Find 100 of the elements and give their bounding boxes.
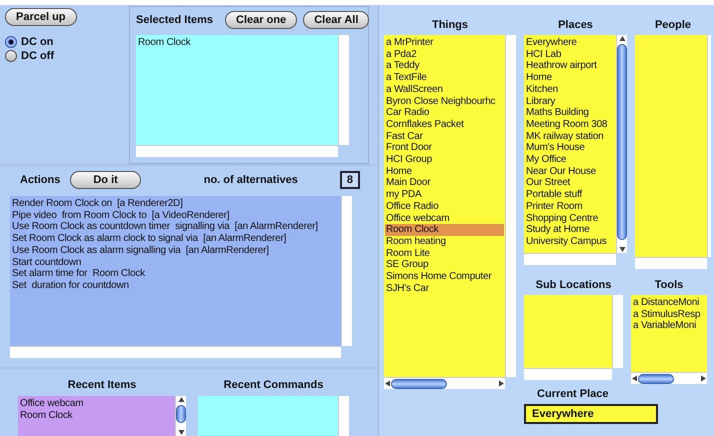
clear-button[interactable]: Clear one [225, 11, 298, 29]
list-item[interactable]: a Teddy [385, 60, 504, 72]
scrollbar[interactable] [524, 368, 612, 380]
list-item[interactable]: Home [525, 72, 615, 84]
list-item[interactable]: Set alarm time for Room Clock [11, 268, 340, 280]
list-item[interactable]: Office webcam [19, 398, 174, 410]
scroll-thumb[interactable] [638, 374, 674, 384]
list-item[interactable]: my PDA [385, 189, 504, 201]
left-arrow-icon[interactable] [631, 375, 638, 382]
list-item[interactable]: a DistanceMoni [632, 297, 706, 309]
radio-label: DC off [21, 50, 54, 62]
list-item[interactable]: Maths Building [525, 107, 615, 119]
radio-button[interactable] [5, 36, 17, 48]
list-item[interactable]: Room heating [385, 236, 504, 248]
list-item[interactable]: Use Room Clock as countdown timer signalling via [an AlarmRenderer] [11, 221, 340, 234]
list-box[interactable]: Office webcam Room Clock [18, 396, 175, 436]
list-item[interactable]: Front Door [385, 142, 504, 154]
do-it-button[interactable]: Do it [70, 171, 141, 189]
list-item[interactable]: SE Group [385, 259, 504, 272]
list-item[interactable]: Fast Car [385, 130, 504, 142]
scrollbar[interactable] [524, 253, 616, 265]
list-item[interactable]: Meeting Room 308 [525, 118, 615, 131]
list-box[interactable]: a DistanceMoni a StimulusResp a VariableMoni [631, 295, 707, 372]
scrollbar[interactable] [384, 377, 505, 389]
list-item[interactable]: Near Our House [525, 166, 615, 178]
list-item[interactable]: Room Lite [385, 248, 504, 260]
list-item[interactable]: Main Door [385, 177, 504, 190]
scrollbar[interactable] [635, 257, 707, 269]
section-title: People [654, 19, 692, 31]
up-arrow-icon[interactable] [618, 35, 626, 42]
list-box[interactable] [524, 35, 616, 253]
list-item[interactable]: Home [385, 166, 504, 178]
scrollbar[interactable] [136, 145, 338, 157]
list-item[interactable]: Office Radio [385, 200, 504, 213]
list-item[interactable]: a MrPrinter [385, 37, 504, 49]
list-item[interactable]: Set duration for countdown [11, 280, 340, 292]
list-item[interactable]: Render Room Clock on [a Renderer2D] [11, 198, 340, 210]
clear-button[interactable]: Clear All [303, 11, 370, 29]
list-item[interactable]: Kitchen [525, 84, 615, 96]
section-title: Recent Commands [224, 379, 324, 391]
list-box[interactable] [384, 35, 505, 377]
list-box[interactable] [10, 196, 341, 346]
scrollbar[interactable] [505, 35, 516, 377]
scroll-thumb[interactable] [391, 378, 447, 388]
list-item[interactable]: Mum's House [525, 142, 615, 154]
scroll-thumb[interactable] [617, 44, 627, 240]
list-item[interactable]: Printer Room [525, 200, 615, 213]
list-box[interactable]: Room Clock [136, 35, 338, 145]
list-item[interactable]: Room Clock [385, 224, 504, 236]
list-item[interactable]: My Office [525, 154, 615, 166]
section-title: Actions [20, 174, 60, 186]
list-item[interactable]: Room Clock [137, 37, 337, 49]
list-item[interactable]: Heathrow airport [525, 60, 615, 72]
list-item[interactable]: Room Clock [19, 410, 174, 422]
parcel-up-button[interactable]: Parcel up [5, 8, 77, 26]
down-arrow-icon[interactable] [178, 429, 184, 436]
scroll-thumb[interactable] [176, 405, 186, 423]
up-arrow-icon[interactable] [178, 396, 184, 403]
list-item[interactable]: University Campus [525, 236, 615, 248]
scrollbar[interactable] [175, 396, 186, 436]
radio-button[interactable] [5, 50, 17, 62]
list-item[interactable]: Use Room Clock as alarm signalling via [an AlarmRenderer] [11, 244, 340, 257]
list-item[interactable]: Simons Home Computer [385, 271, 504, 283]
down-arrow-icon[interactable] [618, 246, 626, 253]
list-item[interactable]: Car Radio [385, 107, 504, 119]
list-item[interactable]: a StimulusResp [632, 308, 706, 320]
scrollbar[interactable] [631, 372, 707, 384]
list-item[interactable]: SJH's Car [385, 282, 504, 294]
scrollbar[interactable] [10, 346, 341, 358]
list-item[interactable]: Pipe video from Room Clock to [a VideoRenderer] [11, 210, 340, 222]
right-arrow-icon[interactable] [498, 380, 505, 387]
list-item[interactable]: HCI Group [385, 154, 504, 166]
current-place-field[interactable]: Everywhere [524, 404, 658, 424]
right-arrow-icon[interactable] [700, 375, 707, 382]
scrollbar[interactable] [707, 35, 711, 257]
list-item[interactable]: HCI Lab [525, 48, 615, 60]
list-item[interactable]: Cornflakes Packet [385, 118, 504, 131]
list-item[interactable]: MK railway station [525, 130, 615, 142]
list-item[interactable]: Shopping Centre [525, 212, 615, 224]
current-place-label: Current Place [537, 388, 609, 400]
left-arrow-icon[interactable] [384, 380, 391, 387]
scrollbar[interactable] [616, 35, 627, 253]
list-item[interactable]: Study at Home [525, 224, 615, 236]
list-item[interactable]: Byron Close Neighbourhc [385, 96, 504, 108]
list-item[interactable]: Start countdown [11, 256, 340, 268]
alternatives-label: no. of alternatives [204, 174, 298, 186]
list-item[interactable]: Library [525, 96, 615, 108]
list-item[interactable]: a VariableMoni [632, 320, 706, 332]
scrollbar[interactable] [612, 295, 623, 368]
scrollbar[interactable] [338, 396, 349, 436]
scrollbar[interactable] [338, 35, 349, 145]
list-item[interactable]: a TextFile [385, 72, 504, 84]
list-item[interactable]: a WallScreen [385, 84, 504, 96]
list-item[interactable]: a Pda2 [385, 48, 504, 60]
list-item[interactable]: Office webcam [385, 212, 504, 224]
scrollbar[interactable] [341, 196, 352, 346]
list-item[interactable]: Everywhere [525, 37, 615, 49]
list-item[interactable]: Set Room Clock as alarm clock to signal via [an AlarmRenderer] [11, 233, 340, 245]
list-item[interactable]: Portable stuff [525, 189, 615, 201]
list-item[interactable]: Our Street [525, 177, 615, 190]
